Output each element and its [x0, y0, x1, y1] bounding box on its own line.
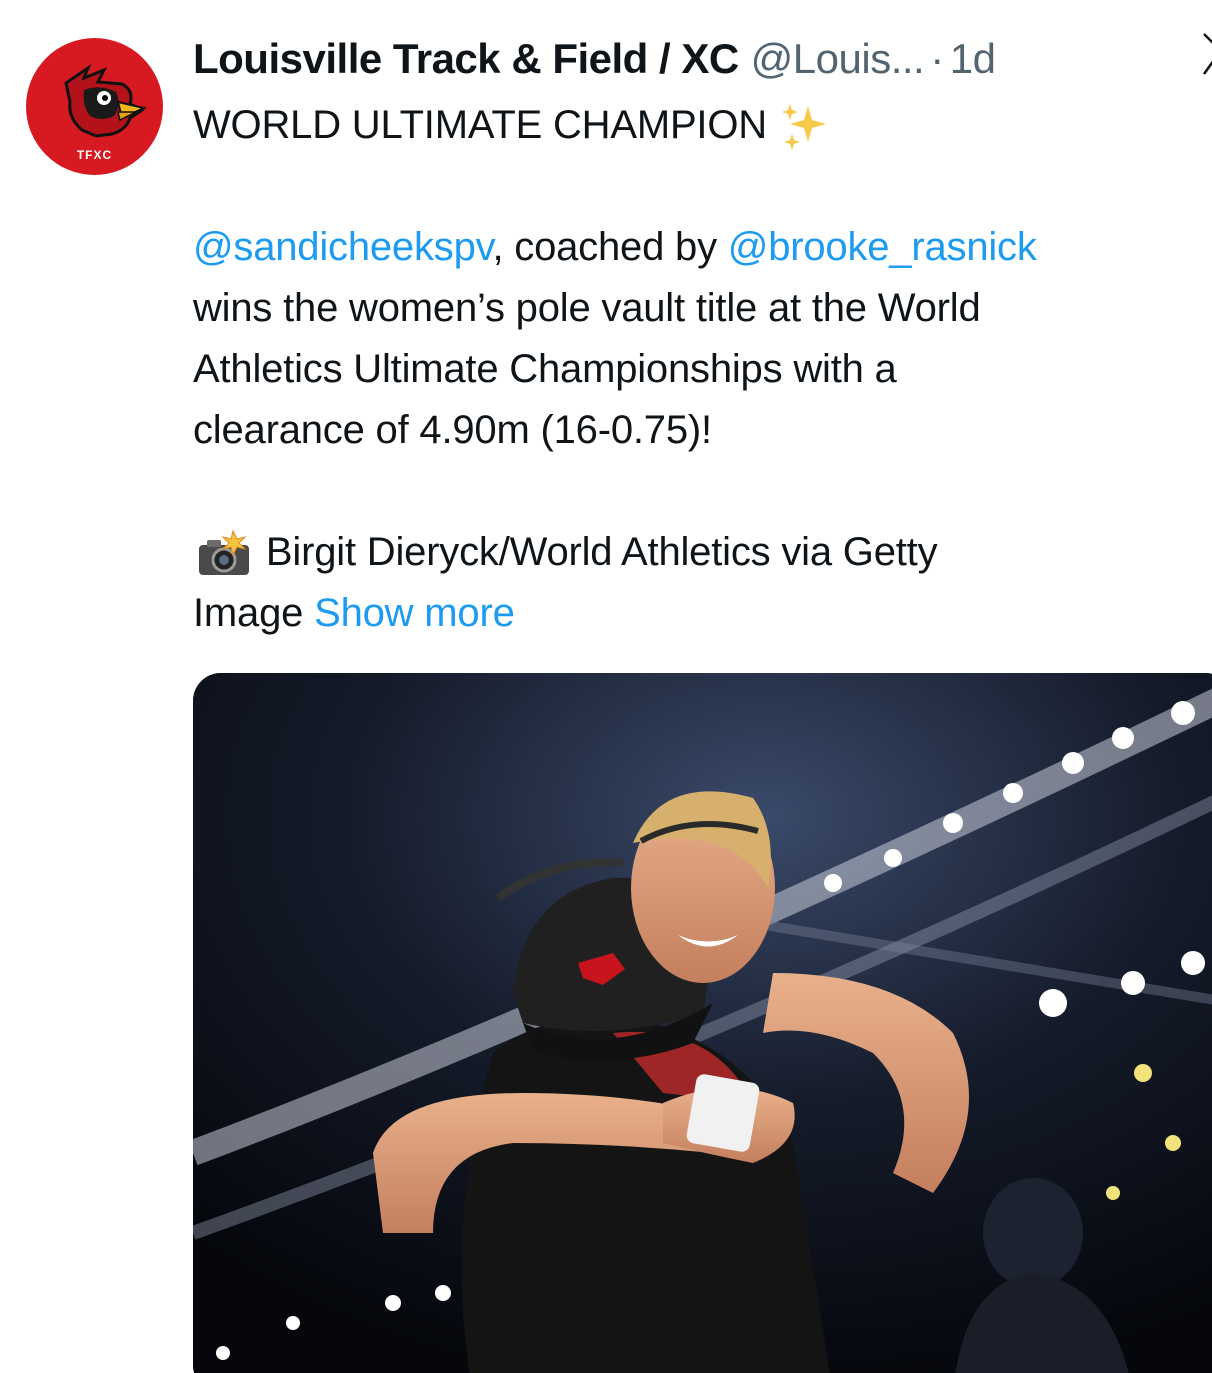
credit-line-2: Image Show more	[193, 583, 1212, 644]
display-name[interactable]: Louisville Track & Field / XC	[193, 35, 739, 83]
photo-credit: Birgit Dieryck/World Athletics via Getty	[265, 530, 938, 574]
separator-dot: ·	[930, 35, 944, 82]
mention-brooke-rasnick[interactable]: @brooke_rasnick	[728, 225, 1037, 269]
avatar-label: TFXC	[76, 148, 113, 162]
user-handle[interactable]: @Louis...	[751, 35, 925, 83]
camera-flash-icon	[199, 530, 249, 576]
avatar[interactable]: TFXC	[26, 38, 163, 175]
tweet-photo[interactable]	[193, 673, 1212, 1373]
mention-sandicheekspv[interactable]: @sandicheekspv	[193, 225, 493, 269]
body-line-3: Athletics Ultimate Championships with a	[193, 347, 897, 391]
timestamp[interactable]: 1d	[950, 35, 996, 83]
tweet[interactable]: TFXC Louisville Track & Field / XC @Loui…	[0, 0, 1212, 1373]
headline-line: WORLD ULTIMATE CHAMPION	[193, 95, 1212, 156]
photo-image	[193, 673, 1212, 1373]
chevron-icon[interactable]	[1200, 28, 1212, 78]
headline: WORLD ULTIMATE CHAMPION	[193, 103, 767, 147]
show-more-link[interactable]: Show more	[314, 591, 515, 635]
body-line-2: wins the women’s pole vault title at the…	[193, 286, 981, 330]
coached-by-text: , coached by	[492, 225, 728, 269]
tweet-header: Louisville Track & Field / XC @Louis... …	[193, 33, 996, 85]
tweet-text: WORLD ULTIMATE CHAMPION @sandicheekspv, …	[193, 95, 1212, 644]
photo-credit-continued: Image	[193, 591, 304, 635]
credit-line-1: Birgit Dieryck/World Athletics via Getty	[193, 522, 1212, 583]
mention-line: @sandicheekspv, coached by @brooke_rasni…	[193, 217, 1212, 278]
body-line-4: clearance of 4.90m (16-0.75)!	[193, 408, 712, 452]
sparkles-icon	[781, 104, 826, 151]
